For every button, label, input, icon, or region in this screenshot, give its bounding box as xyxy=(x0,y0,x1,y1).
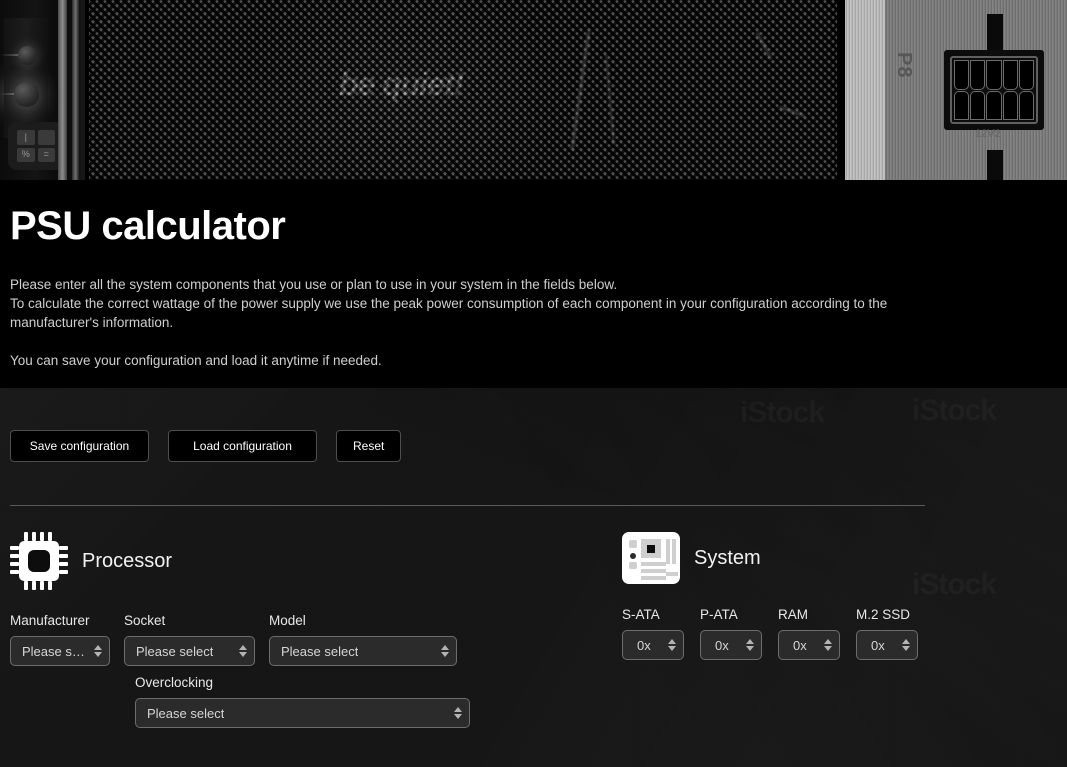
hero-paragraph-line-2: To calculate the correct wattage of the … xyxy=(10,294,1057,313)
connector-pin xyxy=(986,60,1001,90)
ram-select[interactable]: 0x xyxy=(778,630,840,660)
overclocking-field: Overclocking Please select xyxy=(10,666,622,728)
calculator-key: = xyxy=(38,148,56,163)
load-configuration-button[interactable]: Load configuration xyxy=(168,430,317,462)
socket-select-value: Please select xyxy=(136,644,213,659)
manufacturer-select-value: Please se… xyxy=(22,644,87,659)
manufacturer-select[interactable]: Please se… xyxy=(10,636,110,666)
be-quiet-logo: be quiet! xyxy=(339,66,463,103)
socket-label: Socket xyxy=(124,613,255,628)
banner-metal-edge xyxy=(72,0,79,180)
banner-psu-connector-panel: P8 12V2 xyxy=(837,0,1067,180)
banner-mesh-overlay xyxy=(89,0,837,180)
chevron-updown-icon xyxy=(746,639,754,651)
m2ssd-select[interactable]: 0x xyxy=(856,630,918,660)
pata-select-value: 0x xyxy=(701,638,729,653)
banner-scratch xyxy=(571,30,591,149)
form-section: iStock iStock iStock Save configuration … xyxy=(0,388,1067,767)
banner-knob-line xyxy=(0,54,20,56)
hero-banner-image: | % = be quiet! P8 xyxy=(0,0,1067,180)
sata-select[interactable]: 0x xyxy=(622,630,684,660)
processor-section: Processor Manufacturer Please se… Socket… xyxy=(10,532,622,728)
connector-stub xyxy=(987,14,1003,52)
reset-button[interactable]: Reset xyxy=(336,430,401,462)
m2ssd-field: M.2 SSD 0x xyxy=(856,607,918,660)
chevron-updown-icon xyxy=(454,707,462,719)
hero-paragraph-2: You can save your configuration and load… xyxy=(10,351,1057,370)
connector-pin xyxy=(1019,91,1034,121)
save-configuration-button[interactable]: Save configuration xyxy=(10,430,149,462)
ram-select-value: 0x xyxy=(779,638,807,653)
connector-pin xyxy=(1019,60,1034,90)
banner-mesh-glow xyxy=(239,0,569,180)
connector-pin xyxy=(954,91,969,121)
m2ssd-select-value: 0x xyxy=(857,638,885,653)
connector-pin xyxy=(1003,60,1018,90)
processor-section-title: Processor xyxy=(82,550,172,573)
system-section: System S-ATA 0x P-ATA 0x xyxy=(622,532,1042,728)
banner-scratch xyxy=(779,106,804,118)
ram-label: RAM xyxy=(778,607,840,622)
psu-connector-icon xyxy=(944,50,1044,130)
chevron-updown-icon xyxy=(824,639,832,651)
hero-paragraph-line-1: Please enter all the system components t… xyxy=(10,275,1057,294)
chevron-updown-icon xyxy=(668,639,676,651)
calculator-key xyxy=(38,130,56,145)
chevron-updown-icon xyxy=(441,645,449,657)
connector-stub xyxy=(987,150,1003,180)
chevron-updown-icon xyxy=(239,645,247,657)
sata-field: S-ATA 0x xyxy=(622,607,684,660)
overclocking-label: Overclocking xyxy=(135,675,622,690)
overclocking-select[interactable]: Please select xyxy=(135,698,470,728)
configuration-toolbar: Save configuration Load configuration Re… xyxy=(10,388,1057,462)
socket-field: Socket Please select xyxy=(124,613,255,666)
banner-scratch xyxy=(605,55,615,145)
chevron-updown-icon xyxy=(94,645,102,657)
connector-pin xyxy=(970,60,985,90)
connector-pin xyxy=(954,60,969,90)
pata-label: P-ATA xyxy=(700,607,762,622)
hero-text-section: PSU calculator Please enter all the syst… xyxy=(0,180,1067,388)
banner-case-bar xyxy=(4,18,48,138)
chevron-updown-icon xyxy=(902,639,910,651)
calculator-key: | xyxy=(17,130,35,145)
connector-pin xyxy=(986,91,1001,121)
calculator-key: % xyxy=(17,148,35,163)
banner-knob xyxy=(14,82,39,107)
manufacturer-field: Manufacturer Please se… xyxy=(10,613,110,666)
banner-scratch xyxy=(756,32,773,60)
socket-select[interactable]: Please select xyxy=(124,636,255,666)
cpu-icon xyxy=(10,532,68,590)
connector-p8-label: P8 xyxy=(892,52,915,78)
banner-metal-edge xyxy=(58,0,67,180)
system-section-title: System xyxy=(694,547,761,570)
pata-field: P-ATA 0x xyxy=(700,607,762,660)
m2ssd-label: M.2 SSD xyxy=(856,607,918,622)
connector-pin xyxy=(1003,91,1018,121)
model-select-value: Please select xyxy=(281,644,358,659)
model-label: Model xyxy=(269,613,457,628)
hero-paragraph-line-3: manufacturer's information. xyxy=(10,313,1057,332)
manufacturer-label: Manufacturer xyxy=(10,613,110,628)
motherboard-icon xyxy=(622,532,680,584)
connector-voltage-label: 12V2 xyxy=(975,128,1001,140)
banner-dark-gap xyxy=(837,0,845,180)
banner-mesh-panel: be quiet! xyxy=(89,0,837,180)
calculator-icon: | % = xyxy=(8,122,64,170)
banner-knob xyxy=(18,46,37,65)
page-title: PSU calculator xyxy=(10,204,1057,249)
ram-field: RAM 0x xyxy=(778,607,840,660)
model-field: Model Please select xyxy=(269,613,457,666)
sata-select-value: 0x xyxy=(623,638,651,653)
pata-select[interactable]: 0x xyxy=(700,630,762,660)
sata-label: S-ATA xyxy=(622,607,684,622)
model-select[interactable]: Please select xyxy=(269,636,457,666)
connector-pin xyxy=(970,91,985,121)
overclocking-select-value: Please select xyxy=(147,706,224,721)
banner-brushed-metal-light xyxy=(845,0,885,180)
